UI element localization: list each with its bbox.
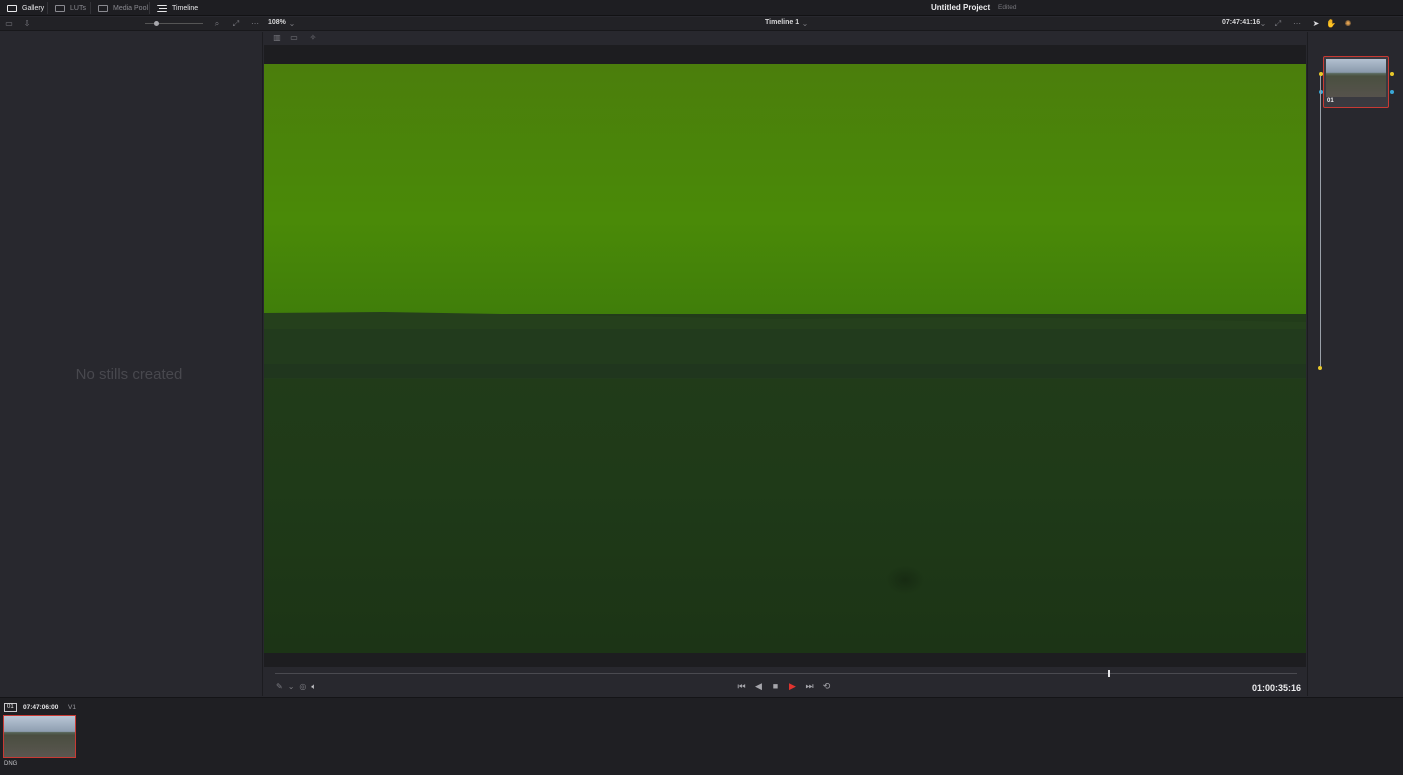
clip-codec: DNG [4, 761, 18, 767]
speaker-icon[interactable]: 🔈︎ [311, 682, 316, 692]
transport-bar: ✎ ⌄ ◎ 🔈︎ ⏮︎ ◀ ■ ▶ ⏭︎ ⟲ 01:00:35:16 [264, 667, 1306, 696]
viewer-frame [264, 64, 1306, 653]
pointer-tool-icon[interactable]: ➤ [1311, 19, 1321, 29]
more-options-icon[interactable]: ⋯ [250, 19, 260, 29]
timeline-icon [157, 4, 167, 12]
divider [47, 2, 48, 14]
tab-media-pool-label: Media Pool [113, 4, 149, 12]
go-to-start-icon[interactable]: ⏮︎ [736, 681, 747, 692]
eyedropper-icon[interactable]: ✎ [276, 682, 283, 692]
top-menu-bar: Gallery LUTs Media Pool Timeline Untitle… [0, 0, 1403, 16]
divider [90, 2, 91, 14]
clip-thumbnail[interactable] [3, 715, 76, 758]
viewer-toolbar: ▥ ▭ ✧ [264, 32, 1306, 45]
tab-gallery-label: Gallery [22, 4, 45, 12]
tab-luts[interactable]: LUTs [55, 0, 86, 16]
chevron-down-icon[interactable]: ⌄ [287, 19, 297, 29]
media-pool-icon [98, 4, 108, 12]
clip-number: 01 [4, 703, 17, 712]
record-timecode: 01:00:35:16 [1252, 683, 1302, 693]
divider [149, 2, 150, 14]
luts-icon [55, 4, 65, 12]
tab-luts-label: LUTs [70, 4, 86, 12]
viewer-mode-icon[interactable]: ▭ [289, 33, 299, 43]
output-rgb-pin[interactable] [1390, 72, 1394, 76]
chevron-down-icon[interactable]: ⌄ [800, 19, 810, 29]
tab-gallery[interactable]: Gallery [7, 0, 44, 16]
node-label: 01 [1327, 98, 1334, 104]
stop-icon[interactable]: ■ [770, 681, 781, 692]
chevron-down-icon[interactable]: ⌄ [1258, 19, 1268, 29]
tab-timeline-label: Timeline [172, 4, 199, 12]
viewer-tools: ✎ ⌄ ◎ 🔈︎ [276, 682, 316, 692]
search-icon[interactable]: ⌕ [212, 19, 222, 29]
video-viewer[interactable] [264, 45, 1306, 667]
tab-media-pool[interactable]: Media Pool [98, 0, 148, 16]
timeline-selector[interactable]: Timeline 1 [765, 19, 799, 26]
go-to-end-icon[interactable]: ⏭︎ [804, 681, 815, 692]
transport-controls: ⏮︎ ◀ ■ ▶ ⏭︎ ⟲ [736, 681, 832, 692]
play-reverse-icon[interactable]: ◀ [753, 681, 764, 692]
highlight-icon[interactable]: ✧ [308, 33, 318, 43]
panel-toggle-icon[interactable]: ▭ [4, 19, 14, 29]
node-thumbnail [1326, 59, 1386, 97]
clip-timecode: 07:47:06:00 [23, 704, 59, 711]
layers-icon[interactable]: ◎ [299, 682, 306, 692]
expand-icon[interactable]: ⤢ [231, 19, 241, 29]
node-editor[interactable]: 01 [1307, 32, 1403, 696]
connection-line [1320, 76, 1321, 366]
gallery-panel: No stills created [0, 32, 263, 696]
source-pin[interactable] [1318, 366, 1322, 370]
split-screen-icon[interactable]: ▥ [272, 33, 282, 43]
scrub-bar[interactable] [275, 673, 1297, 674]
output-key-pin[interactable] [1390, 90, 1394, 94]
clip-track: V1 [68, 704, 76, 711]
fullscreen-icon[interactable]: ⤢ [1273, 19, 1283, 29]
source-timecode: 07:47:41:16 [1222, 19, 1261, 26]
project-status: Edited [998, 4, 1017, 11]
tab-timeline[interactable]: Timeline [157, 0, 198, 16]
play-icon[interactable]: ▶ [787, 681, 798, 692]
secondary-toolbar: ▭ ⇩ ⌕ ⤢ ⋯ 108% ⌄ Timeline 1 ⌄ 07:47:41:1… [0, 17, 1403, 31]
frame-image [264, 64, 1306, 653]
more-options-icon[interactable]: ⋯ [1292, 19, 1302, 29]
viewer-zoom-dropdown[interactable]: 108% [268, 19, 286, 26]
project-title: Untitled Project [931, 3, 991, 12]
grab-still-icon[interactable]: ⇩ [22, 19, 32, 29]
playhead[interactable] [1107, 670, 1110, 677]
color-node[interactable]: 01 [1323, 56, 1389, 108]
clip-thumbnail-strip: 01 07:47:06:00 V1 DNG [0, 697, 1403, 775]
color-wheel-icon[interactable]: ✺ [1343, 19, 1353, 29]
chevron-down-icon[interactable]: ⌄ [288, 682, 295, 692]
hand-tool-icon[interactable]: ✋ [1326, 19, 1336, 29]
empty-gallery-message: No stills created [75, 366, 183, 383]
gallery-icon [7, 4, 17, 12]
slider-handle[interactable] [154, 21, 159, 26]
loop-icon[interactable]: ⟲ [821, 681, 832, 692]
